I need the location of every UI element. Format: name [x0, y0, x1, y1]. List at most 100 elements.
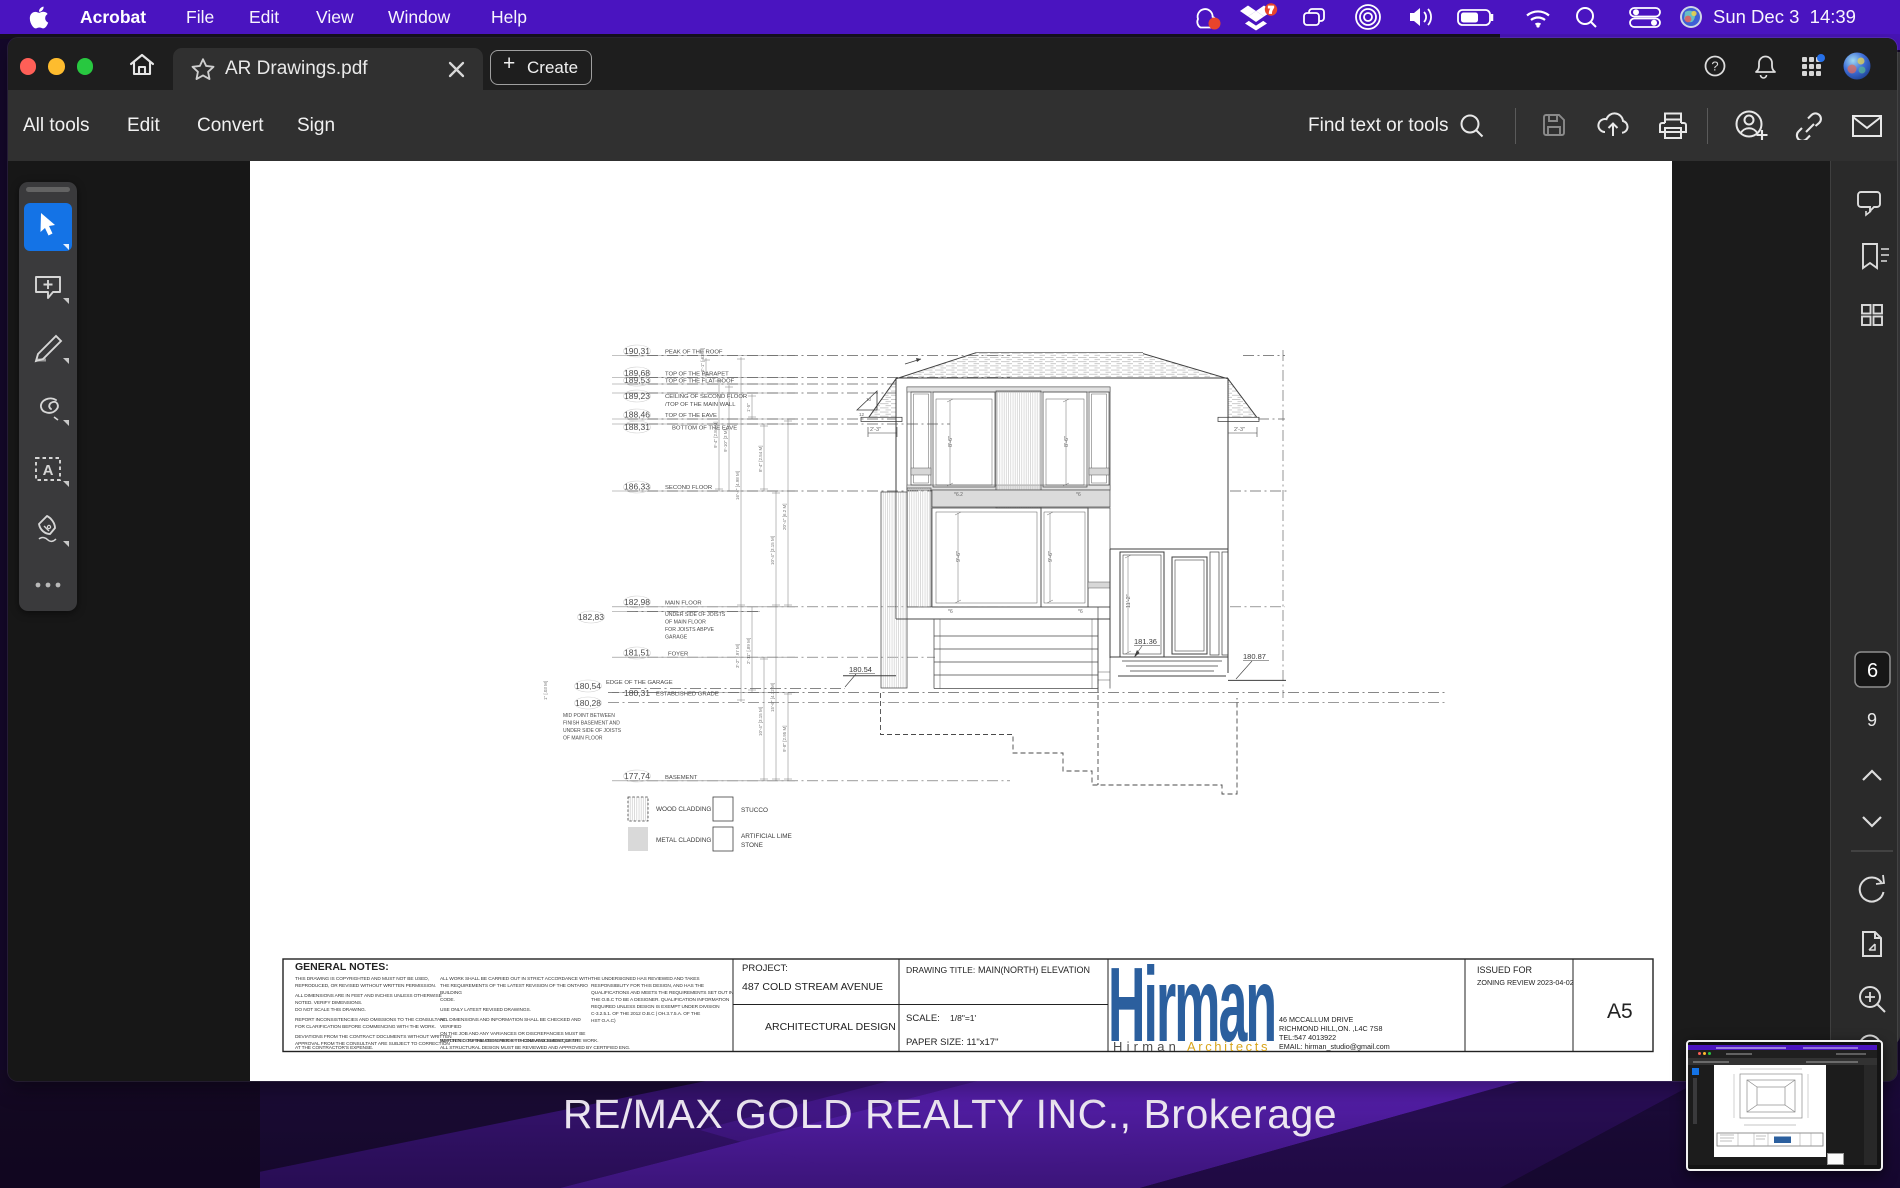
svg-text:180.87: 180.87: [1243, 652, 1266, 661]
svg-text:ALL DIMENSIONS ARE IN FEET AND: ALL DIMENSIONS ARE IN FEET AND INCHES UN…: [295, 993, 442, 999]
svg-text:180,28: 180,28: [575, 698, 601, 708]
svg-text:7: 7: [1268, 5, 1273, 16]
svg-text:487 COLD STREAM AVENUE: 487 COLD STREAM AVENUE: [742, 981, 883, 993]
svg-text:190,31: 190,31: [624, 346, 650, 356]
svg-text:2'-1" [.63 M]: 2'-1" [.63 M]: [700, 348, 705, 372]
svg-text:THE UNDERSIGNED HAS REVIEWED A: THE UNDERSIGNED HAS REVIEWED AND TAKES: [591, 976, 700, 982]
svg-text:FOR JOISTS ABPVE: FOR JOISTS ABPVE: [665, 627, 715, 633]
svg-text:PAPER SIZE: 11"x17": PAPER SIZE: 11"x17": [906, 1037, 998, 1048]
svg-text:THE REQUIREMENTS OF THE LATEST: THE REQUIREMENTS OF THE LATEST REVISION …: [440, 983, 588, 989]
svg-text:10'-4" [3.15 M]: 10'-4" [3.15 M]: [758, 707, 763, 736]
svg-text:CODE.: CODE.: [440, 997, 455, 1003]
svg-text:THIS DRAWING IS COPYRIGHTED AN: THIS DRAWING IS COPYRIGHTED AND MUST NOT…: [295, 976, 429, 982]
svg-text:EMAIL: hirman_studio@gmail.com: EMAIL: hirman_studio@gmail.com: [1279, 1042, 1390, 1051]
svg-text:15'-6" [4.72 M]: 15'-6" [4.72 M]: [770, 683, 775, 712]
svg-text:180,31: 180,31: [624, 688, 650, 698]
svg-text:USE ONLY LATEST REVISED DRAWIN: USE ONLY LATEST REVISED DRAWINGS.: [440, 1007, 531, 1013]
svg-text:182,83: 182,83: [578, 612, 604, 622]
svg-text:189,23: 189,23: [624, 391, 650, 401]
svg-text:?: ?: [1711, 59, 1718, 74]
svg-text:8'-6": 8'-6": [948, 436, 954, 447]
svg-text:DEVIATIONS FROM THE CONTRACT D: DEVIATIONS FROM THE CONTRACT DOCUMENTS W…: [295, 1034, 452, 1040]
svg-text:TOP OF THE EAVE: TOP OF THE EAVE: [665, 413, 717, 419]
svg-text:8'-4" [2.54 M]: 8'-4" [2.54 M]: [758, 446, 763, 472]
svg-text:UNDER SIDE OF JOISTS: UNDER SIDE OF JOISTS: [563, 728, 622, 734]
svg-text:TOP OF THE PARAPET: TOP OF THE PARAPET: [665, 372, 729, 378]
svg-text:RESPONSIBILITY FOR THIS DESIGN: RESPONSIBILITY FOR THIS DESIGN, AND HAS …: [591, 983, 704, 989]
svg-text:*6: *6: [1078, 609, 1083, 615]
svg-text:WOOD CLADDING: WOOD CLADDING: [656, 806, 711, 813]
svg-text:20'-4" [6.2 M]: 20'-4" [6.2 M]: [782, 504, 787, 530]
svg-text:8'-6": 8'-6": [1064, 436, 1070, 447]
svg-text:186,33: 186,33: [624, 482, 650, 492]
svg-text:182,98: 182,98: [624, 597, 650, 607]
svg-text:FOR CLARIFICATION BEFORE COMME: FOR CLARIFICATION BEFORE COMMENCING WITH…: [295, 1024, 436, 1030]
svg-text:9'-6": 9'-6": [956, 551, 962, 562]
svg-text:Hirman: Hirman: [1113, 1039, 1180, 1054]
svg-text:ZONING REVIEW: ZONING REVIEW: [1477, 978, 1536, 987]
svg-text:TOP OF THE FLAT ROOF: TOP OF THE FLAT ROOF: [665, 379, 735, 385]
svg-text:BASEMENT: BASEMENT: [665, 775, 698, 781]
svg-text:46 MCCALLUM DRIVE: 46 MCCALLUM DRIVE: [1279, 1015, 1353, 1024]
svg-text:9'-10" [3 M]: 9'-10" [3 M]: [723, 429, 728, 452]
svg-text:NOTED. VERIFY DIMENSIONS.: NOTED. VERIFY DIMENSIONS.: [295, 1000, 362, 1006]
svg-text:AT THE CONTRACTOR'S EXPENSE.: AT THE CONTRACTOR'S EXPENSE.: [295, 1045, 373, 1051]
svg-text:ISSUED FOR: ISSUED FOR: [1477, 965, 1533, 975]
svg-text:181,51: 181,51: [624, 648, 650, 658]
svg-text:OF MAIN FLOOR: OF MAIN FLOOR: [665, 620, 706, 626]
svg-text:10'-4" [3.15 M]: 10'-4" [3.15 M]: [770, 536, 775, 565]
svg-text:12: 12: [859, 412, 865, 417]
svg-text:*6: *6: [948, 609, 953, 615]
svg-text:6: 6: [1867, 660, 1878, 682]
svg-text:FOYER: FOYER: [668, 652, 688, 658]
svg-text:/TOP OF THE MAIN WALL: /TOP OF THE MAIN WALL: [665, 402, 736, 408]
svg-text:10: 10: [866, 397, 872, 402]
svg-text:STONE: STONE: [741, 842, 763, 849]
svg-text:QUALIFICATIONS AND MEETS THE R: QUALIFICATIONS AND MEETS THE REQUIREMENT…: [591, 990, 734, 996]
svg-text:VERIFIED: VERIFIED: [440, 1024, 462, 1030]
svg-text:9: 9: [1867, 710, 1877, 730]
svg-text:HST O.A.C): HST O.A.C): [591, 1018, 616, 1024]
svg-text:REPORT INCONSISTENCIES AND OMI: REPORT INCONSISTENCIES AND OMISSIONS TO …: [295, 1017, 446, 1023]
svg-text:ALL STRUCTURAL DESIGN MUST BE: ALL STRUCTURAL DESIGN MUST BE REVIEWED A…: [440, 1045, 630, 1051]
svg-text:*6.2: *6.2: [954, 492, 963, 498]
svg-text:A: A: [42, 462, 53, 479]
svg-text:180.54: 180.54: [849, 665, 872, 674]
svg-text:188,46: 188,46: [624, 410, 650, 420]
svg-text:PEAK OF THE ROOF: PEAK OF THE ROOF: [665, 350, 723, 356]
svg-text:16'-4" [4.98 M]: 16'-4" [4.98 M]: [735, 471, 740, 500]
svg-text:WRITTEN CONFIRMATION PRIOR TO: WRITTEN CONFIRMATION PRIOR TO COMMENCEME…: [440, 1038, 598, 1044]
svg-text:ALL WORK SHALL BE CARRIED OUT: ALL WORK SHALL BE CARRIED OUT IN STRICT …: [440, 976, 592, 982]
svg-text:PROJECT:: PROJECT:: [742, 963, 788, 974]
svg-text:177,74: 177,74: [624, 771, 650, 781]
svg-text:STUCCO: STUCCO: [741, 807, 768, 814]
svg-text:TEL:547 4013922: TEL:547 4013922: [1279, 1033, 1336, 1042]
svg-text:2'-3": 2'-3": [870, 427, 881, 433]
svg-text:MAIN FLOOR: MAIN FLOOR: [665, 601, 702, 607]
svg-text:DRAWING TITLE:: DRAWING TITLE:: [906, 965, 975, 975]
svg-text:SECOND FLOOR: SECOND FLOOR: [665, 485, 712, 491]
svg-text:ESTABLISHED GRADE: ESTABLISHED GRADE: [656, 692, 719, 698]
svg-text:RICHMOND HILL,ON. ,L4C 7S8: RICHMOND HILL,ON. ,L4C 7S8: [1279, 1024, 1382, 1033]
svg-text:2'-3": 2'-3": [1234, 427, 1245, 433]
svg-text:9'-8" [2.95 M]: 9'-8" [2.95 M]: [782, 726, 787, 752]
svg-text:180,54: 180,54: [575, 681, 601, 691]
svg-text:GENERAL NOTES:: GENERAL NOTES:: [295, 961, 389, 973]
svg-text:REPRODUCED, OR REVISED WITHOUT: REPRODUCED, OR REVISED WITHOUT WRITTEN P…: [295, 983, 436, 989]
svg-text:DO NOT SCALE THIS DRAWING.: DO NOT SCALE THIS DRAWING.: [295, 1007, 366, 1013]
svg-text:MAIN(NORTH) ELEVATION: MAIN(NORTH) ELEVATION: [978, 965, 1090, 975]
svg-text:UNDER SIDE OF JOISTS: UNDER SIDE OF JOISTS: [665, 612, 726, 618]
svg-text:C-3.2.5.1. OF THE 2012 O.B.C |: C-3.2.5.1. OF THE 2012 O.B.C | OH.3.7.5.…: [591, 1011, 700, 1017]
svg-text:GARAGE: GARAGE: [665, 635, 688, 641]
svg-text:3'-2" [.97 M]: 3'-2" [.97 M]: [735, 644, 740, 668]
svg-text:181.36: 181.36: [1134, 637, 1157, 646]
svg-text:2'-11" [.89 M]: 2'-11" [.89 M]: [746, 638, 751, 664]
svg-text:BUILDING: BUILDING: [440, 990, 462, 996]
svg-text:11'-2": 11'-2": [1126, 594, 1132, 608]
svg-text:CEILING OF SECOND FLOOR: CEILING OF SECOND FLOOR: [665, 394, 747, 400]
svg-text:9'-6": 9'-6": [1048, 551, 1054, 562]
svg-text:THE O.B.C TO BE A DESIGNER. QU: THE O.B.C TO BE A DESIGNER. QUALIFICATIO…: [591, 997, 730, 1003]
svg-text:ON THE JOB AND ANY VARIANCES O: ON THE JOB AND ANY VARIANCES OR DISCREPA…: [440, 1031, 585, 1037]
svg-text:Architects: Architects: [1187, 1039, 1270, 1054]
svg-text:SCALE:: SCALE:: [906, 1013, 940, 1024]
